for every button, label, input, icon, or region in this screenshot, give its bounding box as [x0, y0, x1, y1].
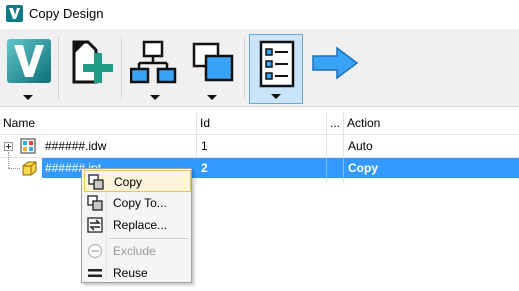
tree-line — [8, 168, 20, 169]
exclude-icon — [87, 243, 103, 259]
toolbar — [0, 29, 519, 107]
reuse-icon — [88, 269, 102, 277]
hierarchy-icon — [130, 40, 177, 84]
expand-icon[interactable] — [4, 142, 13, 151]
toolbar-separator — [58, 37, 59, 99]
autodesk-menu-button[interactable] — [4, 34, 51, 104]
column-header-name[interactable]: Name — [0, 113, 197, 135]
right-arrow-icon — [312, 46, 359, 80]
list-icon — [259, 40, 295, 88]
next-button[interactable] — [307, 34, 363, 104]
menu-item-label: Reuse — [113, 266, 148, 280]
autodesk-v-logo-icon — [7, 39, 51, 83]
menu-item-reuse[interactable]: Reuse — [84, 262, 191, 284]
copy-options-button[interactable] — [186, 34, 240, 104]
chevron-down-icon — [271, 94, 281, 99]
title-bar: Copy Design — [0, 0, 519, 29]
chevron-down-icon — [150, 95, 160, 100]
toolbar-separator — [121, 37, 122, 99]
drawing-icon — [20, 138, 36, 154]
menu-item-copy-to[interactable]: Copy To... — [84, 192, 191, 214]
menu-item-label: Copy To... — [113, 196, 167, 210]
part-icon — [22, 161, 37, 176]
autodesk-app-icon — [6, 5, 23, 22]
hierarchy-view-button[interactable] — [126, 34, 182, 104]
file-id: 2 — [201, 161, 208, 175]
add-document-icon — [72, 40, 113, 84]
list-view-button[interactable] — [249, 34, 303, 104]
copy-to-icon — [87, 195, 103, 211]
menu-item-exclude: Exclude — [84, 240, 191, 262]
add-files-button[interactable] — [63, 34, 117, 104]
menu-separator — [109, 238, 189, 239]
column-header-id[interactable]: Id — [197, 113, 327, 135]
menu-item-label: Replace... — [113, 218, 168, 232]
file-action[interactable]: Auto — [348, 136, 373, 156]
menu-item-label: Exclude — [113, 244, 156, 258]
file-name: ######.idw — [45, 139, 107, 153]
file-action[interactable]: Copy — [348, 158, 378, 178]
header-divider — [0, 134, 519, 135]
column-header-action[interactable]: Action — [344, 113, 519, 135]
column-header-more[interactable]: ... — [327, 113, 344, 135]
menu-item-label: Copy — [114, 175, 143, 189]
copy-icon — [88, 174, 104, 190]
chevron-down-icon — [23, 95, 33, 100]
file-grid: Name Id ... Action ######.idw 1 Auto ###… — [0, 113, 519, 291]
context-menu: Copy Copy To... Replace... Exclude Reuse — [81, 168, 192, 283]
replace-icon — [87, 217, 103, 233]
tree-line — [8, 152, 9, 168]
toolbar-separator — [244, 37, 245, 99]
menu-item-copy[interactable]: Copy — [84, 170, 191, 192]
overlap-squares-icon — [192, 42, 234, 82]
window-title: Copy Design — [29, 6, 104, 21]
file-id: 1 — [201, 139, 208, 153]
menu-item-replace[interactable]: Replace... — [84, 214, 191, 236]
chevron-down-icon — [207, 95, 217, 100]
